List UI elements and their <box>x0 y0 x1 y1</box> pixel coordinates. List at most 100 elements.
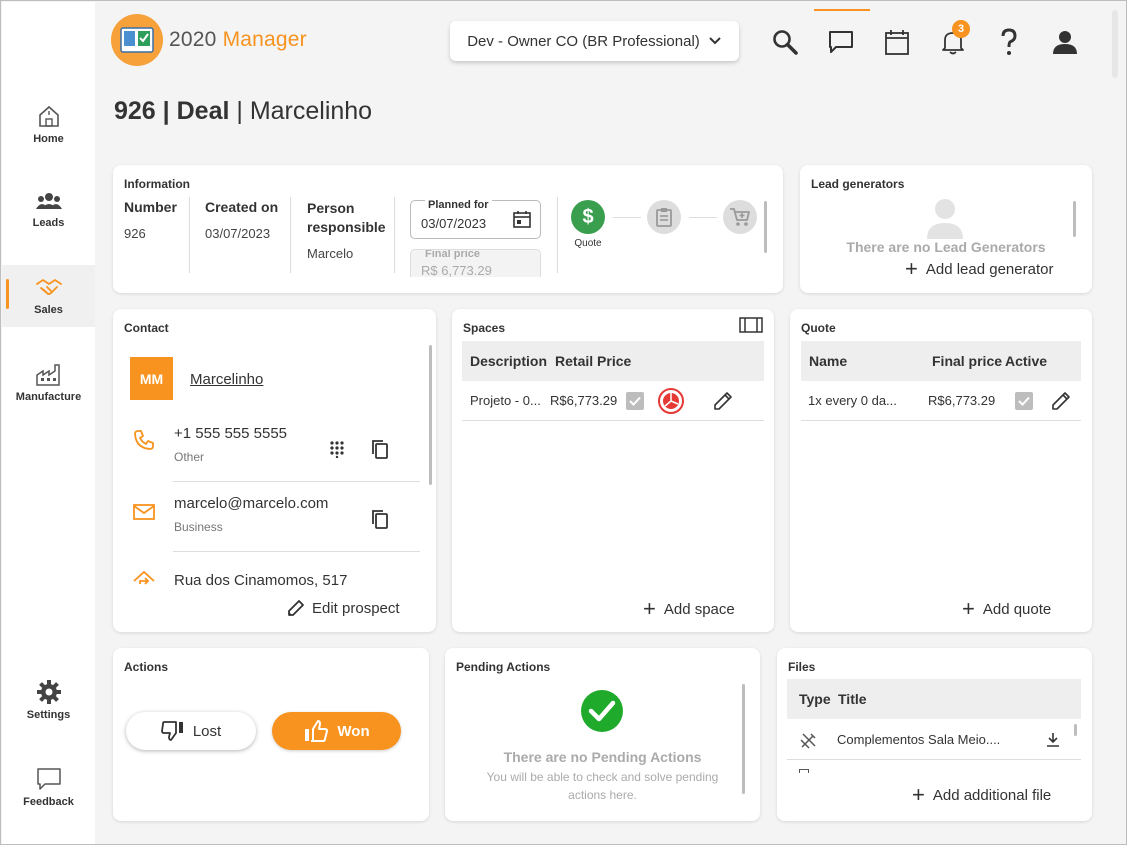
plus-icon: + <box>643 596 656 621</box>
copy-icon[interactable] <box>371 439 389 459</box>
active-checkbox[interactable] <box>1015 391 1033 410</box>
sidebar-item-leads[interactable]: Leads <box>2 179 95 241</box>
card-title: Actions <box>124 660 169 674</box>
chevron-down-icon <box>709 37 721 45</box>
email-type: Business <box>174 520 223 534</box>
pencil-icon[interactable] <box>1050 390 1072 412</box>
spaces-table-header: Description Retail Price <box>462 341 764 381</box>
download-icon[interactable] <box>1045 732 1061 748</box>
profile-button[interactable] <box>1048 22 1082 62</box>
add-quote-label: Add quote <box>982 600 1052 618</box>
scrollbar[interactable] <box>764 201 767 253</box>
sidebar-item-settings[interactable]: Settings <box>2 669 95 731</box>
spin-render-icon[interactable] <box>657 387 685 415</box>
dollar-icon: $ <box>582 205 594 228</box>
active-tab-indicator <box>814 9 870 11</box>
table-row[interactable]: Complementos Sala Meio.... <box>787 720 1081 760</box>
add-quote-button[interactable]: + Add quote <box>962 598 1051 620</box>
panel-view-icon[interactable] <box>739 317 763 333</box>
scrollbar[interactable] <box>1073 201 1076 237</box>
number-value: 926 <box>124 226 146 241</box>
stage-quote[interactable]: $ <box>571 200 605 234</box>
email-icon <box>133 504 155 520</box>
copy-icon[interactable] <box>371 509 389 529</box>
add-lead-generator-button[interactable]: + Add lead generator <box>905 258 1053 280</box>
stage-order[interactable] <box>647 200 681 234</box>
calendar-button[interactable] <box>880 22 914 62</box>
scrollbar[interactable] <box>742 684 745 794</box>
planned-for-field[interactable]: Planned for 03/07/2023 <box>410 199 541 239</box>
number-label: Number <box>124 199 177 215</box>
card-title: Contact <box>124 321 169 335</box>
card-title: Files <box>788 660 816 674</box>
page-title: 926 | Deal | Marcelinho <box>114 97 372 126</box>
search-icon <box>773 30 798 55</box>
scrollbar[interactable] <box>1074 724 1077 736</box>
files-table-header: Type Title <box>787 679 1081 719</box>
add-file-button[interactable]: + Add additional file <box>912 784 1051 806</box>
column-header: Type <box>799 691 831 707</box>
scrollbar[interactable] <box>429 345 432 485</box>
help-button[interactable] <box>992 22 1026 62</box>
help-icon <box>1001 28 1017 55</box>
add-space-button[interactable]: + Add space <box>643 598 735 620</box>
column-header: Active <box>1005 353 1048 369</box>
pencil-icon <box>288 600 304 616</box>
app-logo[interactable]: 2020 Manager <box>111 14 307 66</box>
factory-icon <box>35 364 60 386</box>
company-selector-label: Dev - Owner CO (BR Professional) <box>467 32 700 50</box>
lead-generators-empty-text: There are no Lead Generators <box>846 239 1046 255</box>
design-tool-icon <box>800 732 816 749</box>
table-row[interactable]: 1x every 0 da... R$6,773.29 <box>801 381 1081 421</box>
phone-type: Other <box>174 450 205 464</box>
pencil-icon[interactable] <box>712 390 734 412</box>
sidebar-item-manufacture[interactable]: Manufacture <box>2 351 95 413</box>
space-description: Projeto - 0... <box>470 393 541 408</box>
sidebar-item-label: Leads <box>32 217 65 229</box>
notifications-button[interactable]: 3 <box>936 20 970 62</box>
information-card: Information Number 926 Created on 03/07/… <box>113 165 783 293</box>
handshake-icon <box>35 279 62 295</box>
calendar-icon[interactable] <box>513 210 531 228</box>
divider <box>189 197 190 273</box>
clipboard-icon <box>656 208 672 227</box>
divider <box>557 197 558 273</box>
thumbs-up-icon <box>305 720 329 742</box>
search-button[interactable] <box>768 22 802 62</box>
edit-prospect-button[interactable]: Edit prospect <box>286 598 400 618</box>
messages-button[interactable] <box>824 22 858 62</box>
card-title: Lead generators <box>811 177 905 191</box>
sidebar-item-sales[interactable]: Sales <box>2 265 95 327</box>
stage-sale[interactable] <box>723 200 757 234</box>
quote-card: Quote Name Final price Active 1x every 0… <box>790 309 1092 632</box>
app-name: 2020 Manager <box>169 28 307 52</box>
lost-button[interactable]: Lost <box>126 712 256 750</box>
files-card: Files Type Title Complementos Sala Meio.… <box>777 648 1092 821</box>
contact-name-link[interactable]: Marcelinho <box>190 371 263 388</box>
app-name-word: Manager <box>216 28 307 51</box>
deal-type: Deal <box>176 97 230 125</box>
checkbox[interactable] <box>626 391 644 410</box>
card-title: Spaces <box>463 321 506 335</box>
person-label-line-1: Person <box>307 200 355 216</box>
space-price: R$6,773.29 <box>550 393 618 408</box>
deal-id: 926 <box>114 97 156 125</box>
sidebar-item-home[interactable]: Home <box>2 93 95 155</box>
sidebar-item-label: Sales <box>34 304 63 316</box>
won-button[interactable]: Won <box>272 712 401 750</box>
column-header: Retail Price <box>555 353 632 369</box>
table-row[interactable]: Projeto - 0... R$6,773.29 <box>462 381 764 421</box>
divider <box>173 551 420 552</box>
company-selector[interactable]: Dev - Owner CO (BR Professional) <box>450 21 739 61</box>
created-label: Created on <box>205 199 279 215</box>
card-title: Information <box>124 177 190 191</box>
page-scrollbar[interactable] <box>1112 10 1118 78</box>
pending-empty-subtitle: You will be able to check and solve pend… <box>445 768 760 804</box>
phone-icon <box>134 430 154 450</box>
sidebar-item-feedback[interactable]: Feedback <box>2 756 95 818</box>
people-icon <box>35 193 62 209</box>
title-separator: | <box>155 97 177 125</box>
title-separator: | <box>229 97 250 125</box>
dialpad-icon[interactable] <box>329 440 345 458</box>
top-bar: 2020 Manager Dev - Owner CO (BR Professi… <box>95 2 1126 78</box>
